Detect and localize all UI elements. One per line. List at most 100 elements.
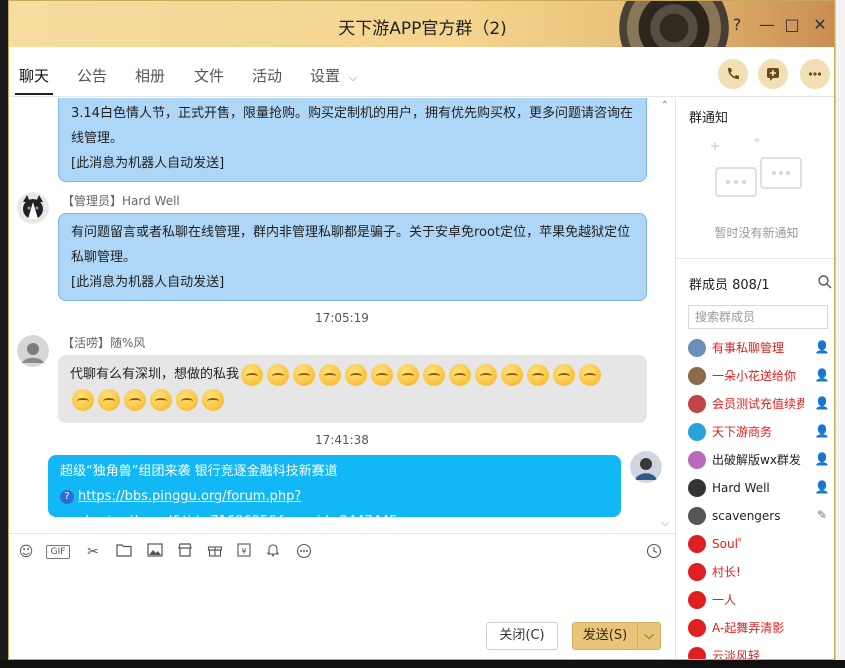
help-icon[interactable]: ? (727, 15, 747, 35)
member-item[interactable]: Soul゜ (688, 533, 833, 555)
member-name: 云淡风轻 (712, 649, 761, 660)
member-item[interactable]: Hard Well 👤 (688, 477, 833, 499)
member-name: 村长! (712, 565, 741, 579)
maximize-button[interactable]: □ (782, 15, 802, 35)
message-text-line: [此消息为机器人自动发送] (71, 156, 225, 171)
gift-icon[interactable] (206, 543, 224, 561)
member-item[interactable]: 云淡风轻 (688, 645, 833, 660)
panel-divider (676, 258, 834, 259)
title-bar[interactable]: 天下游APP官方群（2) ? — □ ✕ (9, 1, 834, 83)
add-app-icon[interactable] (758, 59, 788, 89)
tab-settings-label: 设置 (310, 67, 341, 85)
desktop-background-left (0, 0, 8, 668)
tab-files[interactable]: 文件 (194, 65, 224, 86)
sad-face-emoji-icon (397, 363, 420, 386)
tab-album[interactable]: 相册 (135, 65, 165, 86)
group-chat-window: 天下游APP官方群（2) ? — □ ✕ 聊天 公告 相册 文件 活动 设置 ⌵… (8, 0, 835, 660)
tab-settings[interactable]: 设置 ⌵ (310, 65, 357, 86)
chevron-down-icon: ⌵ (348, 71, 358, 84)
member-item[interactable]: 天下游商务 👤 (688, 421, 833, 443)
avatar-husky[interactable] (17, 192, 49, 224)
message-text-line: 超级“独角兽”组团来袭 银行竞逐金融科技新赛道 (60, 464, 338, 479)
avatar-self[interactable] (630, 451, 662, 483)
tab-bar: 聊天 公告 相册 文件 活动 设置 ⌵ (9, 47, 834, 97)
message-text: 代聊有么有深圳，想做的私我 (70, 367, 240, 382)
member-name: Hard Well (712, 481, 770, 495)
scissors-icon[interactable]: ✂ (84, 543, 102, 561)
sad-face-emoji-icon (150, 388, 172, 411)
sad-face-emoji-icon (449, 363, 472, 386)
gif-icon[interactable]: GIF (46, 545, 70, 559)
member-avatar (688, 479, 706, 497)
tab-chat[interactable]: 聊天 (14, 65, 54, 95)
tab-activity[interactable]: 活动 (252, 65, 282, 86)
member-item[interactable]: scavengers ✎ (688, 505, 833, 527)
group-owner-icon: 👤 (814, 340, 830, 354)
sad-face-emoji-icon (501, 363, 524, 386)
svg-text:¥: ¥ (241, 547, 246, 556)
member-name: 天下游商务 (712, 425, 773, 439)
sad-face-emoji-icon (176, 388, 198, 411)
folder-icon[interactable] (115, 543, 133, 561)
notice-empty-text: 暂时没有新通知 (714, 226, 799, 240)
sad-face-emoji-icon (241, 363, 264, 386)
minimize-button[interactable]: — (757, 15, 777, 35)
member-avatar (688, 395, 706, 413)
group-admin-icon: 👤 (814, 480, 830, 494)
member-avatar (688, 619, 706, 637)
emoji-row (70, 387, 635, 412)
red-packet-icon[interactable]: ¥ (235, 543, 253, 561)
clock-history-icon[interactable] (645, 543, 663, 561)
emoji-icon[interactable]: ☺ (17, 543, 35, 561)
sad-face-emoji-icon (527, 363, 550, 386)
member-name: 会员测试充值续费 (712, 397, 804, 411)
member-item[interactable]: 村长! (688, 561, 833, 583)
desktop-background-right (835, 0, 845, 668)
member-name: 一朵小花送给你 (712, 369, 797, 383)
message-link[interactable]: https://bbs.pinggu.org/forum.php?mod=vie… (60, 489, 397, 529)
member-avatar (688, 339, 706, 357)
member-item[interactable]: 出破解版wx群发 👤 (688, 449, 833, 471)
image-icon[interactable] (146, 543, 164, 561)
message-text-line: 线管理。 (71, 131, 124, 146)
member-name: scavengers (712, 509, 781, 523)
member-item[interactable]: 会员测试充值续费 👤 (688, 393, 833, 415)
member-name: 出破解版wx群发 (712, 453, 801, 467)
avatar-user[interactable] (17, 335, 49, 367)
message-link-line: ? https://bbs.pinggu.org/forum.php?mod=vi… (60, 484, 609, 531)
member-avatar (688, 451, 706, 469)
chat-message-area[interactable]: ⌃ 3.14白色情人节，正式开售，限量抢购。购买定制机的用户，拥有优先购买权，更… (9, 98, 675, 531)
group-members-title: 群成员 808/1 (689, 278, 770, 293)
shop-icon[interactable] (176, 543, 194, 561)
phone-icon[interactable] (718, 59, 748, 89)
member-item[interactable]: A-起舞弄清影 (688, 617, 833, 639)
tab-announcement[interactable]: 公告 (77, 65, 107, 86)
message-bubble-announcement[interactable]: 3.14白色情人节，正式开售，限量抢购。购买定制机的用户，拥有优先购买权，更多问… (58, 98, 647, 182)
member-item[interactable]: 一朵小花送给你 👤 (688, 365, 833, 387)
bell-icon[interactable] (264, 543, 282, 561)
message-input[interactable] (9, 569, 675, 619)
message-sender[interactable]: 【活唠】随%风 (62, 334, 145, 351)
scroll-up-icon[interactable]: ⌃ (661, 100, 669, 111)
message-sender[interactable]: 【管理员】Hard Well (62, 192, 180, 209)
close-chat-button[interactable]: 关闭(C) (486, 622, 558, 650)
send-options-dropdown[interactable]: ⌵ (637, 622, 661, 650)
emoji-row (239, 363, 603, 386)
more-tools-icon[interactable] (295, 543, 313, 561)
member-avatar (688, 563, 706, 581)
member-avatar (688, 423, 706, 441)
message-bubble-admin[interactable]: 有问题留言或者私聊在线管理，群内非管理私聊都是骗子。关于安卓免root定位，苹果… (58, 213, 647, 301)
member-item[interactable]: 有事私聊管理 👤 (688, 337, 833, 359)
more-icon[interactable] (800, 59, 830, 89)
member-item[interactable]: 一人 (688, 589, 833, 611)
message-bubble-self[interactable]: 超级“独角兽”组团来袭 银行竞逐金融科技新赛道 ? https://bbs.pin… (48, 455, 621, 529)
search-icon[interactable] (818, 275, 832, 289)
close-window-button[interactable]: ✕ (810, 15, 830, 35)
member-search-input[interactable]: 搜索群成员 (688, 305, 828, 329)
message-bubble-member[interactable]: 代聊有么有深圳，想做的私我 (58, 355, 647, 423)
sad-face-emoji-icon (124, 388, 146, 411)
send-button[interactable]: 发送(S) (572, 622, 638, 650)
sad-face-emoji-icon (553, 363, 576, 386)
empty-notice-illustration-icon (711, 138, 802, 197)
scroll-down-icon[interactable]: ⌵ (661, 518, 669, 529)
